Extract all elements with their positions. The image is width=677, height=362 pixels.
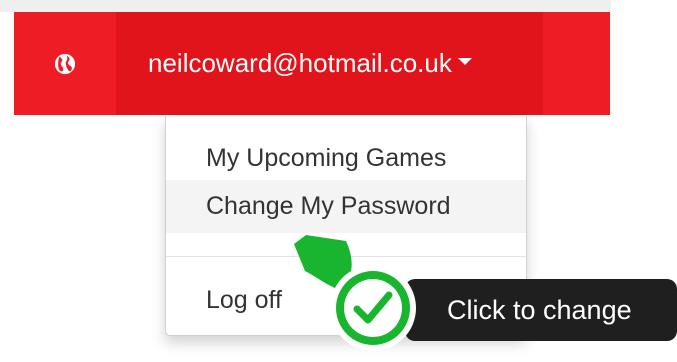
account-email: neilcoward@hotmail.co.uk	[148, 48, 452, 78]
top-navbar: neilcoward@hotmail.co.uk	[14, 12, 610, 115]
menu-item-my-upcoming-games[interactable]: My Upcoming Games	[166, 136, 526, 180]
tooltip-text: Click to change	[447, 295, 632, 325]
menu-divider	[166, 256, 526, 257]
globe-button[interactable]	[14, 12, 116, 115]
account-dropdown-toggle[interactable]: neilcoward@hotmail.co.uk	[116, 12, 543, 115]
caret-down-icon	[457, 58, 472, 65]
menu-item-change-my-password[interactable]: Change My Password	[166, 180, 526, 233]
screenshot-stage: neilcoward@hotmail.co.uk My Upcoming Gam…	[0, 0, 677, 362]
globe-icon	[54, 53, 76, 74]
instruction-tooltip: Click to change	[405, 279, 677, 341]
top-edge	[0, 0, 611, 12]
